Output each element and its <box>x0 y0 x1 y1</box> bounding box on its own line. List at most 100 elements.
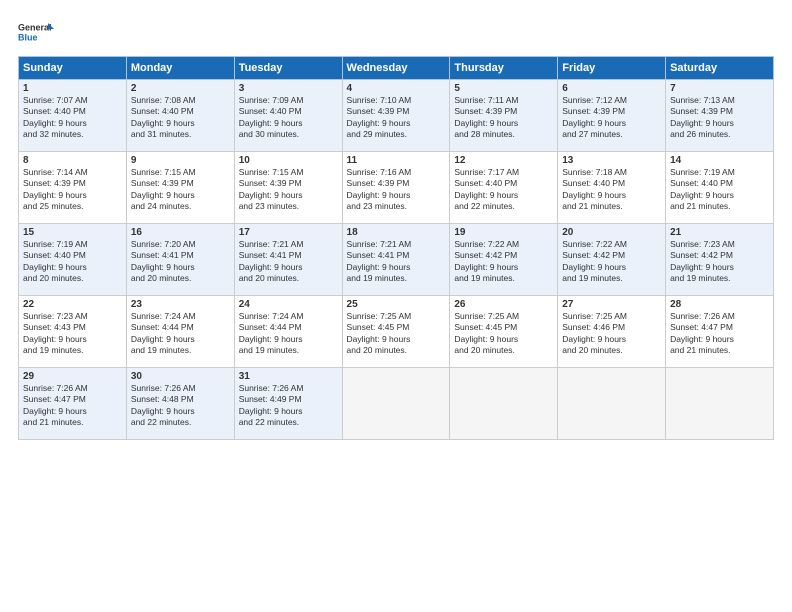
day-number: 19 <box>454 227 553 238</box>
day-content: Sunrise: 7:16 AM Sunset: 4:39 PM Dayligh… <box>347 167 446 213</box>
calendar-cell: 26Sunrise: 7:25 AM Sunset: 4:45 PM Dayli… <box>450 296 558 368</box>
day-content: Sunrise: 7:09 AM Sunset: 4:40 PM Dayligh… <box>239 95 338 141</box>
calendar-cell: 25Sunrise: 7:25 AM Sunset: 4:45 PM Dayli… <box>342 296 450 368</box>
calendar-cell: 27Sunrise: 7:25 AM Sunset: 4:46 PM Dayli… <box>558 296 666 368</box>
calendar-cell: 20Sunrise: 7:22 AM Sunset: 4:42 PM Dayli… <box>558 224 666 296</box>
day-content: Sunrise: 7:11 AM Sunset: 4:39 PM Dayligh… <box>454 95 553 141</box>
day-number: 3 <box>239 83 338 94</box>
day-content: Sunrise: 7:21 AM Sunset: 4:41 PM Dayligh… <box>239 239 338 285</box>
day-content: Sunrise: 7:24 AM Sunset: 4:44 PM Dayligh… <box>131 311 230 357</box>
calendar-table: SundayMondayTuesdayWednesdayThursdayFrid… <box>18 56 774 440</box>
day-number: 27 <box>562 299 661 310</box>
day-number: 22 <box>23 299 122 310</box>
day-number: 31 <box>239 371 338 382</box>
day-number: 2 <box>131 83 230 94</box>
col-header-thursday: Thursday <box>450 57 558 80</box>
svg-text:General: General <box>18 23 52 33</box>
calendar-cell: 16Sunrise: 7:20 AM Sunset: 4:41 PM Dayli… <box>126 224 234 296</box>
day-content: Sunrise: 7:13 AM Sunset: 4:39 PM Dayligh… <box>670 95 769 141</box>
calendar-cell: 17Sunrise: 7:21 AM Sunset: 4:41 PM Dayli… <box>234 224 342 296</box>
svg-text:Blue: Blue <box>18 33 38 43</box>
day-content: Sunrise: 7:25 AM Sunset: 4:45 PM Dayligh… <box>347 311 446 357</box>
day-number: 1 <box>23 83 122 94</box>
col-header-sunday: Sunday <box>19 57 127 80</box>
day-number: 15 <box>23 227 122 238</box>
day-number: 11 <box>347 155 446 166</box>
day-content: Sunrise: 7:25 AM Sunset: 4:45 PM Dayligh… <box>454 311 553 357</box>
day-content: Sunrise: 7:07 AM Sunset: 4:40 PM Dayligh… <box>23 95 122 141</box>
col-header-friday: Friday <box>558 57 666 80</box>
day-content: Sunrise: 7:19 AM Sunset: 4:40 PM Dayligh… <box>670 167 769 213</box>
calendar-cell: 31Sunrise: 7:26 AM Sunset: 4:49 PM Dayli… <box>234 368 342 440</box>
day-content: Sunrise: 7:26 AM Sunset: 4:48 PM Dayligh… <box>131 383 230 429</box>
day-number: 25 <box>347 299 446 310</box>
day-number: 29 <box>23 371 122 382</box>
day-content: Sunrise: 7:23 AM Sunset: 4:43 PM Dayligh… <box>23 311 122 357</box>
day-number: 4 <box>347 83 446 94</box>
day-number: 7 <box>670 83 769 94</box>
col-header-saturday: Saturday <box>666 57 774 80</box>
day-number: 17 <box>239 227 338 238</box>
calendar-week-2: 8Sunrise: 7:14 AM Sunset: 4:39 PM Daylig… <box>19 152 774 224</box>
calendar-cell: 9Sunrise: 7:15 AM Sunset: 4:39 PM Daylig… <box>126 152 234 224</box>
calendar-cell: 5Sunrise: 7:11 AM Sunset: 4:39 PM Daylig… <box>450 80 558 152</box>
day-content: Sunrise: 7:10 AM Sunset: 4:39 PM Dayligh… <box>347 95 446 141</box>
calendar-cell <box>342 368 450 440</box>
calendar-cell: 7Sunrise: 7:13 AM Sunset: 4:39 PM Daylig… <box>666 80 774 152</box>
day-number: 16 <box>131 227 230 238</box>
calendar-cell: 4Sunrise: 7:10 AM Sunset: 4:39 PM Daylig… <box>342 80 450 152</box>
calendar-week-3: 15Sunrise: 7:19 AM Sunset: 4:40 PM Dayli… <box>19 224 774 296</box>
day-content: Sunrise: 7:08 AM Sunset: 4:40 PM Dayligh… <box>131 95 230 141</box>
calendar-cell: 18Sunrise: 7:21 AM Sunset: 4:41 PM Dayli… <box>342 224 450 296</box>
day-content: Sunrise: 7:15 AM Sunset: 4:39 PM Dayligh… <box>239 167 338 213</box>
calendar-cell: 6Sunrise: 7:12 AM Sunset: 4:39 PM Daylig… <box>558 80 666 152</box>
day-content: Sunrise: 7:23 AM Sunset: 4:42 PM Dayligh… <box>670 239 769 285</box>
calendar-cell: 11Sunrise: 7:16 AM Sunset: 4:39 PM Dayli… <box>342 152 450 224</box>
day-number: 12 <box>454 155 553 166</box>
day-content: Sunrise: 7:17 AM Sunset: 4:40 PM Dayligh… <box>454 167 553 213</box>
day-number: 23 <box>131 299 230 310</box>
calendar-cell: 1Sunrise: 7:07 AM Sunset: 4:40 PM Daylig… <box>19 80 127 152</box>
day-content: Sunrise: 7:15 AM Sunset: 4:39 PM Dayligh… <box>131 167 230 213</box>
day-content: Sunrise: 7:22 AM Sunset: 4:42 PM Dayligh… <box>454 239 553 285</box>
day-content: Sunrise: 7:26 AM Sunset: 4:47 PM Dayligh… <box>23 383 122 429</box>
calendar-cell: 2Sunrise: 7:08 AM Sunset: 4:40 PM Daylig… <box>126 80 234 152</box>
day-number: 20 <box>562 227 661 238</box>
calendar-week-5: 29Sunrise: 7:26 AM Sunset: 4:47 PM Dayli… <box>19 368 774 440</box>
calendar-cell <box>558 368 666 440</box>
col-header-monday: Monday <box>126 57 234 80</box>
calendar-body: 1Sunrise: 7:07 AM Sunset: 4:40 PM Daylig… <box>19 80 774 440</box>
page-header: General Blue <box>18 18 774 48</box>
col-header-wednesday: Wednesday <box>342 57 450 80</box>
day-number: 26 <box>454 299 553 310</box>
day-number: 30 <box>131 371 230 382</box>
day-content: Sunrise: 7:14 AM Sunset: 4:39 PM Dayligh… <box>23 167 122 213</box>
day-content: Sunrise: 7:18 AM Sunset: 4:40 PM Dayligh… <box>562 167 661 213</box>
day-number: 13 <box>562 155 661 166</box>
calendar-cell: 21Sunrise: 7:23 AM Sunset: 4:42 PM Dayli… <box>666 224 774 296</box>
day-content: Sunrise: 7:19 AM Sunset: 4:40 PM Dayligh… <box>23 239 122 285</box>
calendar-cell: 22Sunrise: 7:23 AM Sunset: 4:43 PM Dayli… <box>19 296 127 368</box>
col-header-tuesday: Tuesday <box>234 57 342 80</box>
day-content: Sunrise: 7:21 AM Sunset: 4:41 PM Dayligh… <box>347 239 446 285</box>
calendar-cell: 13Sunrise: 7:18 AM Sunset: 4:40 PM Dayli… <box>558 152 666 224</box>
calendar-week-4: 22Sunrise: 7:23 AM Sunset: 4:43 PM Dayli… <box>19 296 774 368</box>
day-number: 14 <box>670 155 769 166</box>
calendar-cell: 12Sunrise: 7:17 AM Sunset: 4:40 PM Dayli… <box>450 152 558 224</box>
calendar-week-1: 1Sunrise: 7:07 AM Sunset: 4:40 PM Daylig… <box>19 80 774 152</box>
calendar-cell: 10Sunrise: 7:15 AM Sunset: 4:39 PM Dayli… <box>234 152 342 224</box>
day-number: 10 <box>239 155 338 166</box>
day-number: 5 <box>454 83 553 94</box>
day-number: 24 <box>239 299 338 310</box>
day-number: 21 <box>670 227 769 238</box>
calendar-cell: 3Sunrise: 7:09 AM Sunset: 4:40 PM Daylig… <box>234 80 342 152</box>
calendar-cell: 30Sunrise: 7:26 AM Sunset: 4:48 PM Dayli… <box>126 368 234 440</box>
calendar-cell: 29Sunrise: 7:26 AM Sunset: 4:47 PM Dayli… <box>19 368 127 440</box>
day-content: Sunrise: 7:26 AM Sunset: 4:47 PM Dayligh… <box>670 311 769 357</box>
logo-svg: General Blue <box>18 18 54 48</box>
day-number: 9 <box>131 155 230 166</box>
calendar-cell: 14Sunrise: 7:19 AM Sunset: 4:40 PM Dayli… <box>666 152 774 224</box>
calendar-cell: 24Sunrise: 7:24 AM Sunset: 4:44 PM Dayli… <box>234 296 342 368</box>
calendar-cell <box>666 368 774 440</box>
day-number: 18 <box>347 227 446 238</box>
